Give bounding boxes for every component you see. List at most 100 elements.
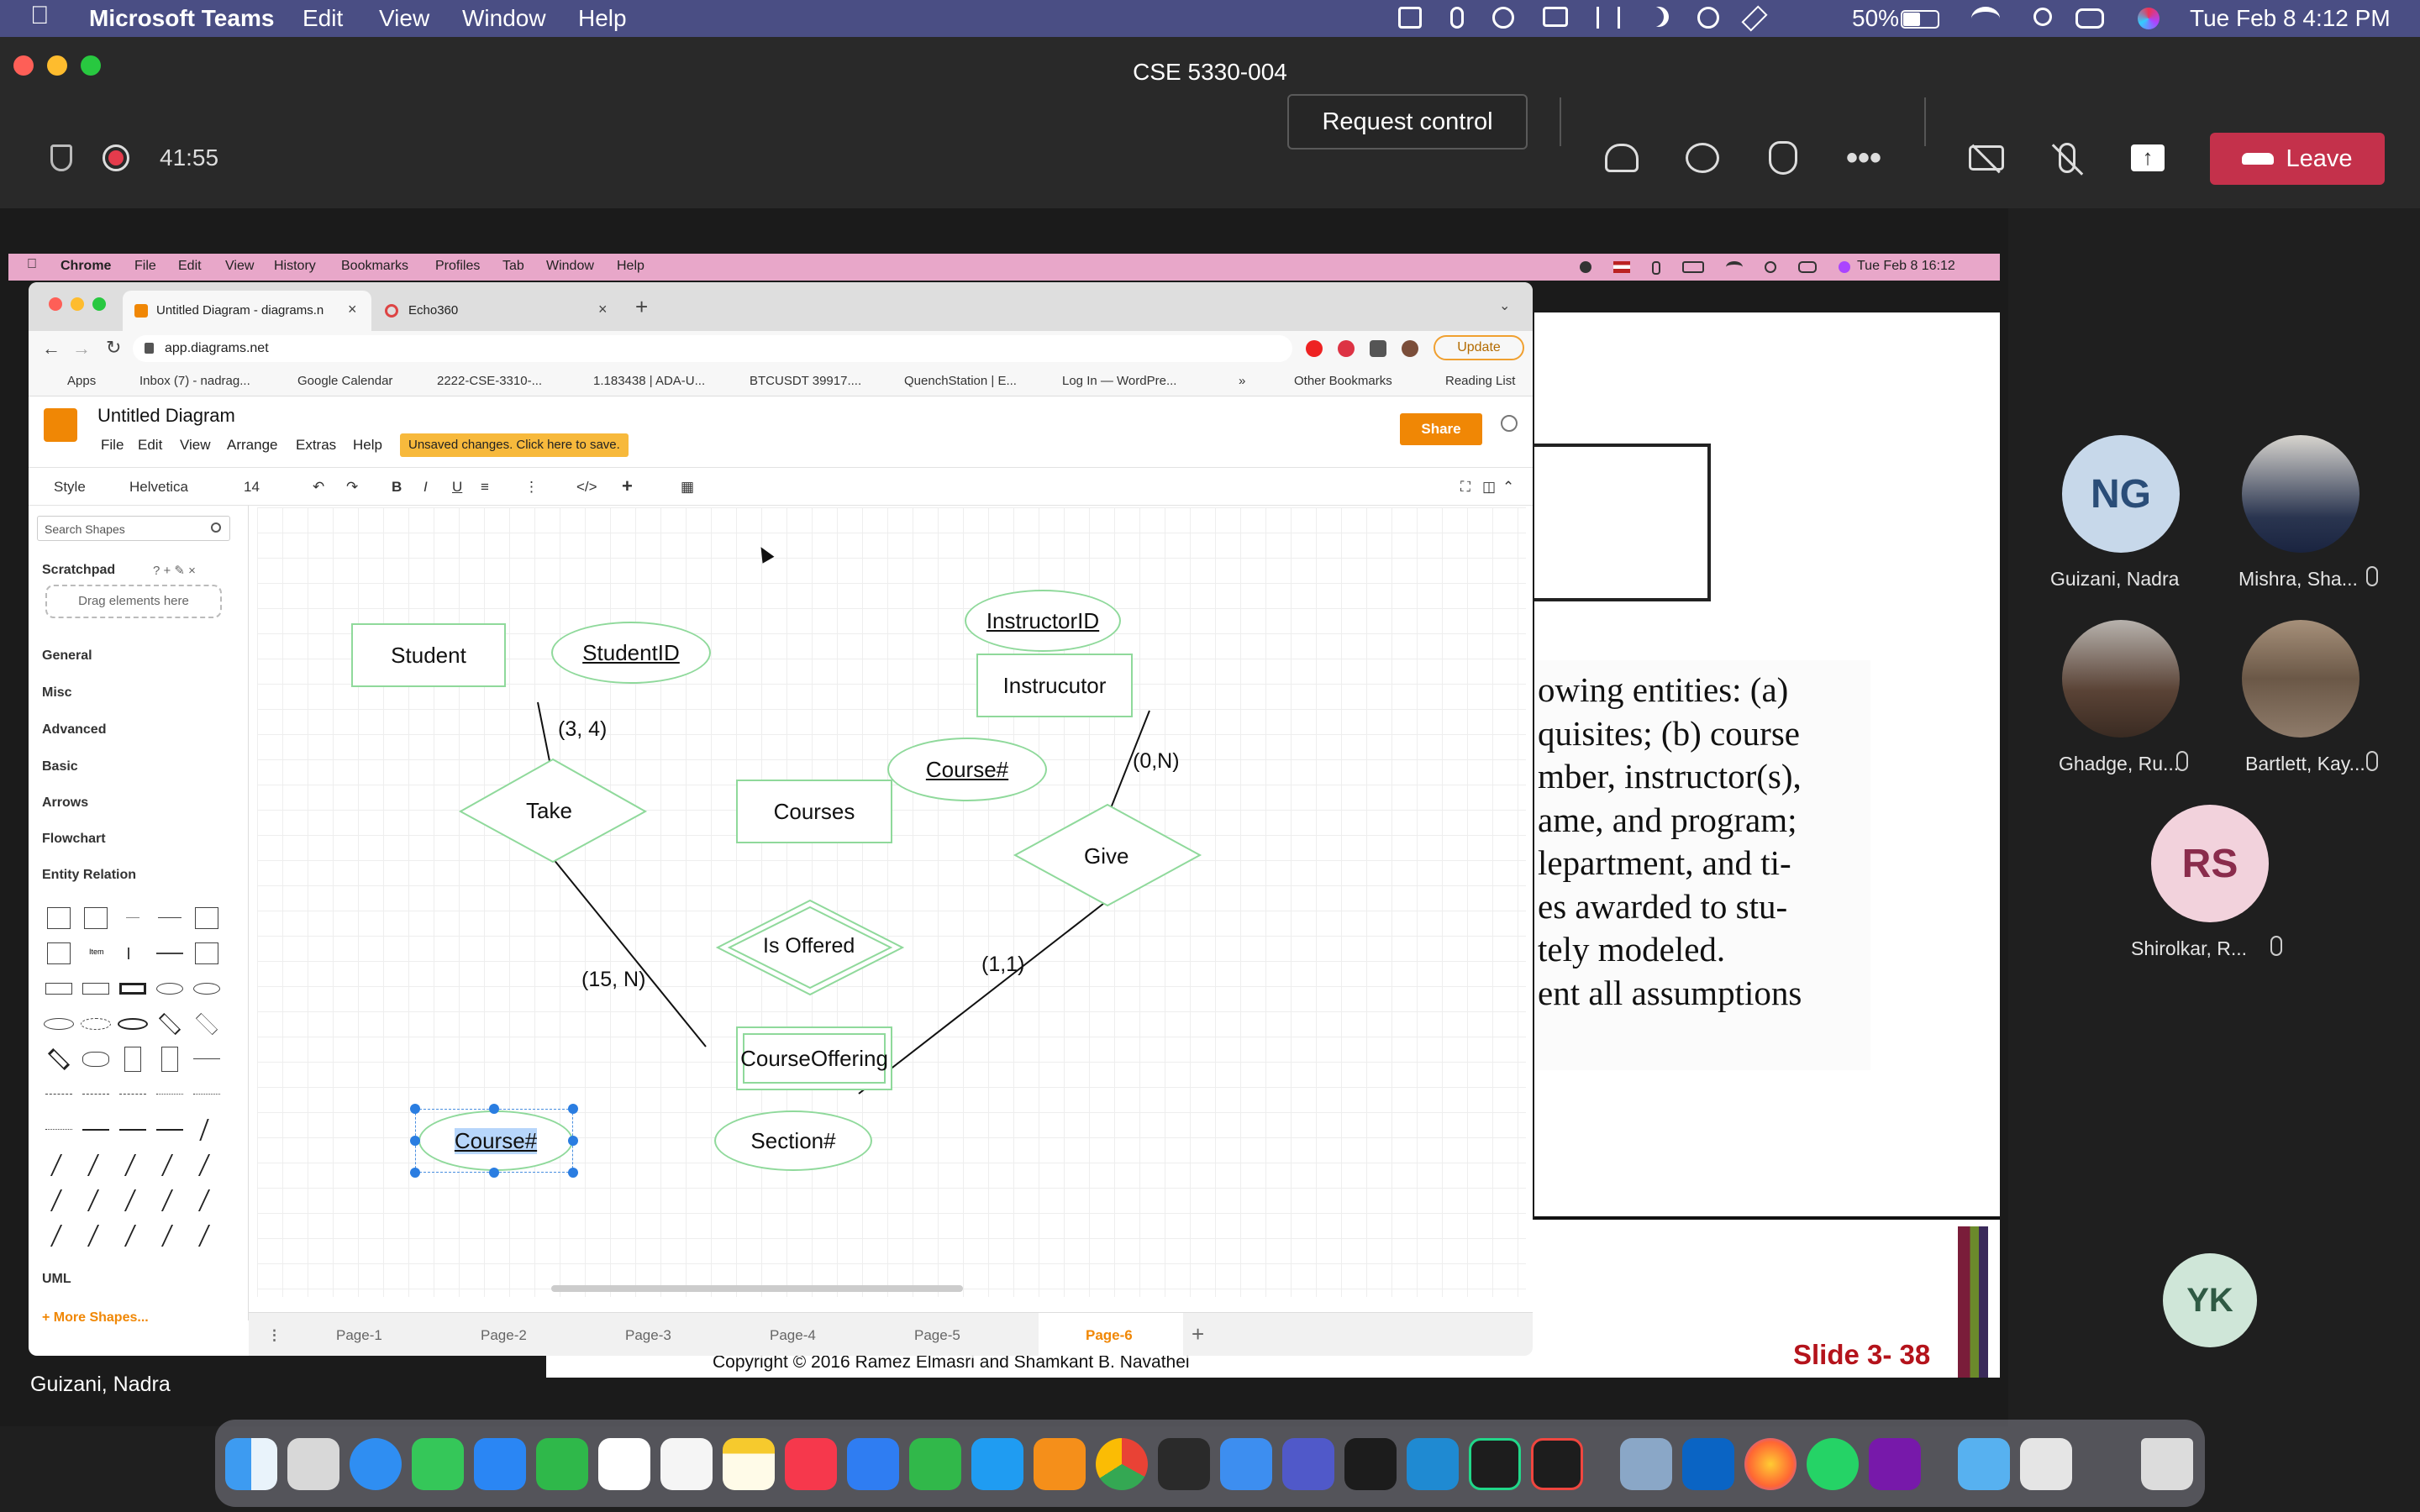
menu-window[interactable]: Window bbox=[462, 5, 546, 32]
vscode-icon[interactable] bbox=[1407, 1438, 1459, 1490]
tab-title: Echo360 bbox=[408, 303, 459, 318]
phone-hangup-icon bbox=[2242, 153, 2275, 165]
avatar[interactable] bbox=[2242, 435, 2360, 553]
menu-edit[interactable]: Edit bbox=[302, 5, 343, 32]
firefox-icon[interactable] bbox=[1744, 1438, 1797, 1490]
more-options-icon[interactable]: ••• bbox=[1844, 138, 1884, 178]
share-screen-icon[interactable]: ↑ bbox=[2128, 138, 2168, 178]
page-menu-icon: ⋮ bbox=[267, 1327, 281, 1343]
intellij-icon[interactable] bbox=[1531, 1438, 1583, 1490]
teams-icon[interactable] bbox=[1282, 1438, 1334, 1490]
folder-icon[interactable] bbox=[1958, 1438, 2010, 1490]
menu-help: Help bbox=[617, 259, 644, 273]
undo-icon: ↶ bbox=[313, 479, 325, 495]
search-shapes-field: Search Shapes bbox=[37, 516, 230, 541]
tab-diagrams: Untitled Diagram - diagrams.n × bbox=[123, 291, 371, 331]
close-tab-icon: × bbox=[348, 301, 357, 318]
mail-icon[interactable] bbox=[474, 1438, 526, 1490]
scratchpad-actions: ? + ✎ × bbox=[153, 564, 196, 578]
section-general: General bbox=[42, 648, 92, 663]
request-control-button[interactable]: Request control bbox=[1287, 94, 1528, 150]
reminders-icon[interactable] bbox=[660, 1438, 713, 1490]
selection-handle bbox=[410, 1168, 420, 1178]
position-icon: ⋮ bbox=[524, 479, 539, 495]
apple-icon[interactable]:  bbox=[30, 2, 50, 30]
attribute-section-num: Section# bbox=[714, 1110, 872, 1171]
chat-icon[interactable] bbox=[1682, 138, 1723, 178]
activity-monitor-icon[interactable] bbox=[1158, 1438, 1210, 1490]
launchpad-icon[interactable] bbox=[287, 1438, 339, 1490]
bookmark: Apps bbox=[67, 374, 97, 388]
pycharm-icon[interactable] bbox=[1469, 1438, 1521, 1490]
wifi-icon[interactable] bbox=[1971, 7, 2000, 30]
xcode-icon[interactable] bbox=[1220, 1438, 1272, 1490]
trash-icon[interactable] bbox=[2141, 1438, 2193, 1490]
numbers-icon[interactable] bbox=[909, 1438, 961, 1490]
safari-icon[interactable] bbox=[350, 1438, 402, 1490]
clock[interactable]: Tue Feb 8 4:12 PM bbox=[2190, 5, 2391, 32]
avatar[interactable]: NG bbox=[2062, 435, 2180, 553]
scratchpad-title: Scratchpad bbox=[42, 563, 116, 577]
reload-icon: ↻ bbox=[106, 337, 122, 358]
menu-view[interactable]: View bbox=[379, 5, 429, 32]
menu-help[interactable]: Help bbox=[578, 5, 627, 32]
facetime-icon[interactable] bbox=[536, 1438, 588, 1490]
preview-icon[interactable] bbox=[1620, 1438, 1672, 1490]
raise-hand-icon[interactable] bbox=[1763, 138, 1803, 178]
leave-button[interactable]: Leave bbox=[2210, 133, 2385, 185]
music-icon[interactable] bbox=[785, 1438, 837, 1490]
outlook-icon[interactable] bbox=[1682, 1438, 1734, 1490]
format-panel-icon: ◫ bbox=[1482, 479, 1497, 495]
app-store-icon[interactable] bbox=[971, 1438, 1023, 1490]
chrome-icon[interactable] bbox=[1096, 1438, 1148, 1490]
camera-off-icon[interactable] bbox=[1966, 138, 2007, 178]
whatsapp-icon[interactable] bbox=[1807, 1438, 1859, 1490]
new-tab-icon: + bbox=[635, 294, 649, 319]
notes-icon[interactable] bbox=[723, 1438, 775, 1490]
keynote-icon[interactable] bbox=[847, 1438, 899, 1490]
page-tab-active-label: Page-6 bbox=[1086, 1327, 1133, 1343]
doc-title: Untitled Diagram bbox=[97, 405, 235, 426]
mic-off-icon[interactable] bbox=[2047, 138, 2087, 178]
status-icons bbox=[1580, 261, 1865, 275]
font-dropdown: Helvetica bbox=[129, 479, 188, 495]
html-icon: </> bbox=[576, 479, 597, 495]
menu-app-name[interactable]: Microsoft Teams bbox=[89, 5, 274, 32]
selection-handle bbox=[489, 1168, 499, 1178]
selection-handle bbox=[568, 1168, 578, 1178]
messages-icon[interactable] bbox=[412, 1438, 464, 1490]
scratchpad-dropzone: Drag elements here bbox=[45, 585, 222, 618]
table-icon: ▦ bbox=[681, 479, 695, 495]
avatar[interactable]: YK bbox=[2163, 1253, 2257, 1347]
downloads-stack-icon[interactable] bbox=[2020, 1438, 2072, 1490]
back-icon: ← bbox=[42, 338, 60, 359]
battery-icon[interactable] bbox=[1901, 10, 1939, 29]
avatar[interactable] bbox=[2242, 620, 2360, 738]
finder-icon[interactable] bbox=[225, 1438, 277, 1490]
avatar[interactable]: RS bbox=[2151, 805, 2269, 922]
search-icon[interactable] bbox=[2033, 8, 2052, 26]
menu-help: Help bbox=[353, 437, 382, 453]
selection-handle bbox=[410, 1104, 420, 1114]
control-center-icon[interactable] bbox=[2075, 8, 2104, 29]
tab-echo360: Echo360 × bbox=[375, 291, 618, 331]
section-entity-relation: Entity Relation bbox=[42, 868, 137, 882]
people-icon[interactable] bbox=[1602, 138, 1642, 178]
terminal-icon[interactable] bbox=[1344, 1438, 1397, 1490]
siri-icon[interactable] bbox=[2138, 8, 2160, 29]
pages-icon[interactable] bbox=[1034, 1438, 1086, 1490]
entity-courseoffering: CourseOffering bbox=[736, 1026, 892, 1090]
entity-courses: Courses bbox=[736, 780, 892, 843]
shield-icon bbox=[50, 144, 72, 171]
teams-header: CSE 5330-004 41:55 bbox=[0, 37, 2420, 208]
battery-percent[interactable]: 50% bbox=[1852, 5, 1899, 32]
status-icons[interactable] bbox=[1398, 5, 1852, 32]
divider bbox=[1560, 97, 1561, 146]
close-tab-icon: × bbox=[598, 301, 608, 318]
onenote-icon[interactable] bbox=[1869, 1438, 1921, 1490]
avatar[interactable] bbox=[2062, 620, 2180, 738]
entity-student: Student bbox=[351, 623, 506, 687]
drawio-header: Untitled Diagram File Edit View Arrange … bbox=[29, 396, 1533, 467]
shared-mac-menu-bar:  Chrome File Edit View History Bookmark… bbox=[8, 254, 2000, 281]
calendar-icon[interactable] bbox=[598, 1438, 650, 1490]
